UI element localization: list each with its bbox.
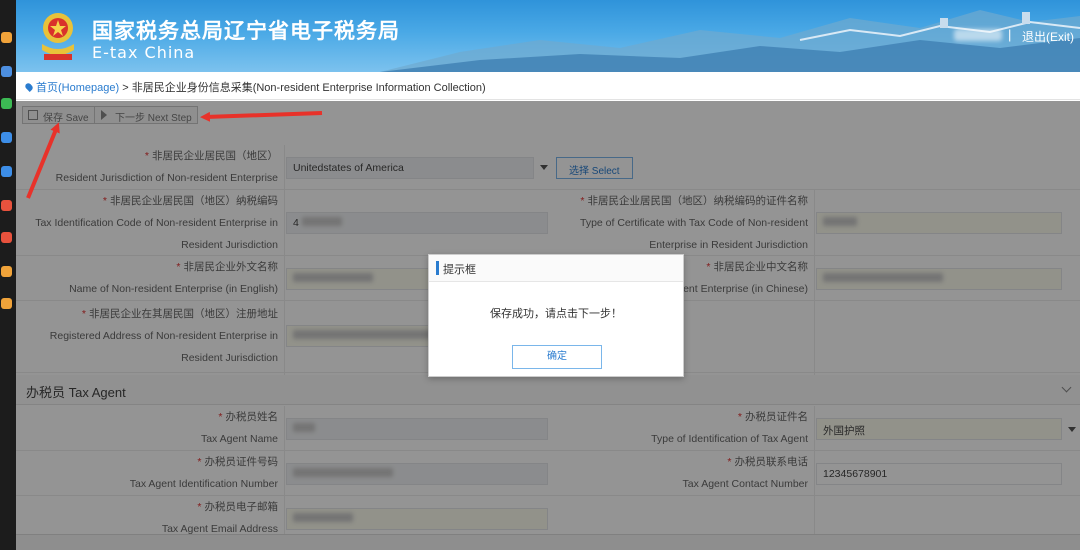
left-dock xyxy=(0,0,16,550)
site-title: 国家税务总局辽宁省电子税务局 xyxy=(92,19,400,43)
dock-app-icon[interactable] xyxy=(1,200,12,211)
dock-app-icon[interactable] xyxy=(1,266,12,277)
dock-app-icon[interactable] xyxy=(1,98,12,109)
dock-app-icon[interactable] xyxy=(1,132,12,143)
location-pin-icon xyxy=(24,82,34,92)
dock-app-icon[interactable] xyxy=(1,298,12,309)
tax-emblem-icon xyxy=(42,13,74,60)
dialog-message: 保存成功，请点击下一步！ xyxy=(490,308,622,320)
breadcrumb-separator: > xyxy=(122,82,129,94)
site-subtitle: E-tax China xyxy=(92,43,196,62)
exit-link[interactable]: 退出(Exit) xyxy=(1022,28,1074,45)
dock-app-icon[interactable] xyxy=(1,232,12,243)
dialog-title-accent xyxy=(436,261,439,275)
dock-app-icon[interactable] xyxy=(1,32,12,43)
header-separator: | xyxy=(1008,27,1012,42)
dialog-title: 提示框 xyxy=(443,264,476,276)
dock-app-icon[interactable] xyxy=(1,66,12,77)
user-name-redacted xyxy=(954,29,1002,41)
dialog-ok-button[interactable]: 确定 xyxy=(512,345,602,369)
breadcrumb-current: 非居民企业身份信息采集(Non-resident Enterprise Info… xyxy=(131,82,486,94)
dock-app-icon[interactable] xyxy=(1,166,12,177)
alert-dialog: 提示框 保存成功，请点击下一步！ 确定 xyxy=(428,254,684,377)
breadcrumb-home-link[interactable]: 首页(Homepage) xyxy=(36,82,119,94)
breadcrumb: 首页(Homepage) > 非居民企业身份信息采集(Non-resident … xyxy=(16,72,1080,100)
site-header: 国家税务总局辽宁省电子税务局 E-tax China | 退出(Exit) xyxy=(16,0,1080,72)
dialog-header: 提示框 xyxy=(429,255,683,282)
